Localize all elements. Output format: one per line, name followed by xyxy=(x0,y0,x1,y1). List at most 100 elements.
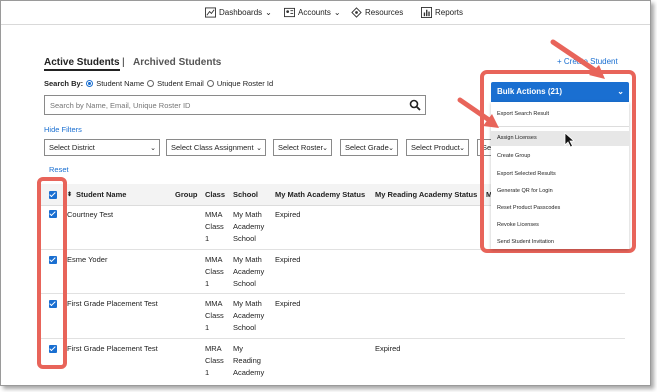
table-row[interactable]: First Grade Placement Test MMA Class 1 M… xyxy=(40,294,625,339)
annotation-arrow-icon xyxy=(550,39,605,79)
top-nav: Dashboards ⌄ Accounts ⌄ Resources Report… xyxy=(1,1,650,25)
school-line: School xyxy=(233,279,256,288)
class-line: 1 xyxy=(205,323,210,332)
school-line: My xyxy=(233,344,243,353)
chevron-down-icon: ⌄ xyxy=(265,8,272,17)
class-line: MMA xyxy=(205,210,223,219)
accounts-icon xyxy=(284,7,295,18)
class-line: Class xyxy=(205,267,224,276)
class-line: Class xyxy=(205,222,224,231)
table-row[interactable]: First Grade Placement Test MRA Class 1 M… xyxy=(40,339,625,385)
bulk-actions-highlight: Bulk Actions (21) ⌄ Export Search Result… xyxy=(480,70,636,253)
header-reading-status: My Reading Academy Status xyxy=(375,190,478,199)
grade-select[interactable]: Select Grade ⌄ xyxy=(340,139,398,156)
bulk-actions-button[interactable]: Bulk Actions (21) ⌄ xyxy=(491,82,629,102)
class-line: Class xyxy=(205,311,224,320)
search-icon[interactable] xyxy=(409,99,421,111)
chevron-down-icon: ⌄ xyxy=(150,145,156,152)
school-line: Academy xyxy=(233,267,265,276)
nav-accounts[interactable]: Accounts ⌄ xyxy=(284,7,341,18)
reports-icon xyxy=(421,7,432,18)
header-student-name[interactable]: Student Name xyxy=(76,190,126,199)
search-by-label: Search By: xyxy=(44,79,84,88)
school-line: My Math xyxy=(233,299,262,308)
dashboard-icon xyxy=(205,7,216,18)
radio-student-name[interactable] xyxy=(86,80,94,87)
student-name[interactable]: Courtney Test xyxy=(67,209,113,221)
math-status: Expired xyxy=(275,210,301,219)
chevron-down-icon: ⌄ xyxy=(388,145,394,152)
class-line: 1 xyxy=(205,279,210,288)
radio-unique-roster-id[interactable] xyxy=(206,80,214,87)
grade-select-value: Select Grade xyxy=(345,143,389,152)
chevron-down-icon: ⌄ xyxy=(617,87,624,96)
menu-item-assign-licenses[interactable]: Assign Licenses xyxy=(491,131,629,146)
chevron-down-icon: ⌄ xyxy=(333,8,341,17)
roster-select[interactable]: Select Roster ⌄ xyxy=(273,139,332,156)
search-field xyxy=(44,95,426,115)
nav-resources-label: Resources xyxy=(365,8,404,17)
mouse-cursor-icon xyxy=(564,132,576,148)
app-window: Dashboards ⌄ Accounts ⌄ Resources Report… xyxy=(0,0,651,386)
reading-status: Expired xyxy=(375,344,401,353)
school-line: School xyxy=(233,234,256,243)
table-row[interactable]: Esme Yoder MMA Class 1 My Math Academy S… xyxy=(40,250,625,294)
menu-item-export-selected-results[interactable]: Export Selected Results xyxy=(491,167,629,182)
school-line: My Math xyxy=(233,210,262,219)
chevron-down-icon: ⌄ xyxy=(322,145,328,152)
class-line: MMA xyxy=(205,299,223,308)
search-by-group: Search By: Student Name Student Email Un… xyxy=(44,79,273,88)
class-line: MMA xyxy=(205,255,223,264)
header-group: Group xyxy=(175,190,198,199)
school-line: Academy xyxy=(233,368,265,377)
menu-item-create-group[interactable]: Create Group xyxy=(491,149,629,164)
class-line: 1 xyxy=(205,368,210,377)
reset-link[interactable]: Reset xyxy=(49,165,69,174)
resources-icon xyxy=(351,7,362,18)
district-select[interactable]: Select District ⌄ xyxy=(44,139,160,156)
chevron-down-icon: ⌄ xyxy=(459,145,465,152)
student-name[interactable]: Esme Yoder xyxy=(67,254,107,266)
menu-divider xyxy=(491,126,629,127)
school-line: Reading xyxy=(233,356,261,365)
radio-student-email[interactable] xyxy=(147,80,155,87)
nav-reports[interactable]: Reports xyxy=(421,7,463,18)
bulk-actions-menu: Export Search Result Assign Licenses Cre… xyxy=(491,102,629,249)
math-status: Expired xyxy=(275,255,301,264)
roster-select-value: Select Roster xyxy=(278,143,324,152)
menu-item-export-search-result[interactable]: Export Search Result xyxy=(491,107,629,122)
menu-item-revoke-licenses[interactable]: Revoke Licenses xyxy=(491,218,629,233)
class-assignment-select-value: Select Class Assignment xyxy=(171,143,254,152)
search-input[interactable] xyxy=(45,96,395,114)
product-select[interactable]: Select Product ⌄ xyxy=(406,139,469,156)
tab-separator: | xyxy=(122,57,125,68)
class-line: MRA xyxy=(205,344,222,353)
district-select-value: Select District xyxy=(49,143,95,152)
menu-item-send-invitation[interactable]: Send Student Invitation xyxy=(491,235,629,250)
tab-active-students[interactable]: Active Students xyxy=(44,57,120,71)
math-status: Expired xyxy=(275,299,301,308)
school-line: My Math xyxy=(233,255,262,264)
sort-icon[interactable]: ⬍ xyxy=(67,191,72,198)
checkbox-column-highlight xyxy=(37,177,67,369)
radio-student-email-label: Student Email xyxy=(157,79,204,88)
class-line: 1 xyxy=(205,234,210,243)
radio-unique-roster-id-label: Unique Roster Id xyxy=(216,79,274,88)
nav-resources[interactable]: Resources xyxy=(351,7,403,18)
product-select-value: Select Product xyxy=(411,143,460,152)
class-line: Class xyxy=(205,356,224,365)
chevron-down-icon: ⌄ xyxy=(256,145,262,152)
annotation-arrow-icon xyxy=(457,97,499,128)
menu-item-generate-qr[interactable]: Generate QR for Login xyxy=(491,184,629,199)
school-line: School xyxy=(233,323,256,332)
student-name[interactable]: First Grade Placement Test xyxy=(67,298,158,310)
radio-student-name-label: Student Name xyxy=(96,79,145,88)
hide-filters-link[interactable]: Hide Filters xyxy=(44,125,82,134)
nav-dashboards[interactable]: Dashboards ⌄ xyxy=(205,7,272,18)
class-assignment-select[interactable]: Select Class Assignment ⌄ xyxy=(166,139,266,156)
student-name[interactable]: First Grade Placement Test xyxy=(67,343,158,355)
menu-item-reset-passcodes[interactable]: Reset Product Passcodes xyxy=(491,201,629,216)
header-class: Class xyxy=(205,190,226,199)
header-school: School xyxy=(233,190,259,199)
tab-archived-students[interactable]: Archived Students xyxy=(133,57,221,68)
